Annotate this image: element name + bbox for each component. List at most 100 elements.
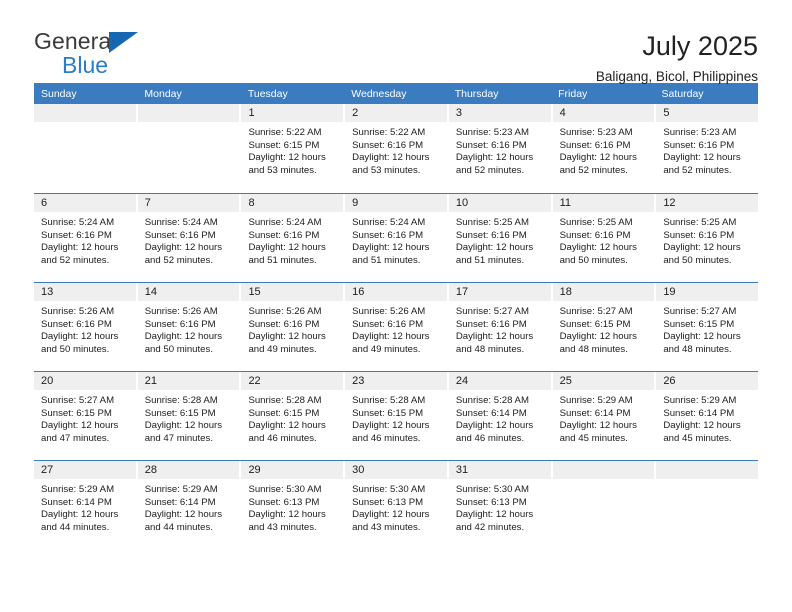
- day-cell[interactable]: 23 Sunrise: 5:28 AM Sunset: 6:15 PM Dayligh…: [345, 372, 447, 460]
- daylight-text-line1: Daylight: 12 hours: [248, 420, 326, 432]
- day-cell[interactable]: 6 Sunrise: 5:24 AM Sunset: 6:16 PM Daylight…: [34, 194, 136, 282]
- daylight-text-line2: and 50 minutes.: [144, 343, 213, 355]
- page-header: General Blue July 2025 Baligang, Bicol, …: [34, 0, 758, 85]
- day-details: Sunrise: 5:29 AM Sunset: 6:14 PM Daylight:…: [656, 390, 758, 445]
- daylight-text-line1: Daylight: 12 hours: [41, 242, 119, 254]
- day-details: Sunrise: 5:25 AM Sunset: 6:16 PM Daylight:…: [656, 212, 758, 267]
- day-cell[interactable]: 19 Sunrise: 5:27 AM Sunset: 6:15 PM Dayligh…: [656, 283, 759, 371]
- weekday-header-thursday: Thursday: [454, 87, 499, 100]
- day-cell[interactable]: 13 Sunrise: 5:26 AM Sunset: 6:16 PM Dayligh…: [34, 283, 136, 371]
- daylight-text-line1: Daylight: 12 hours: [41, 420, 119, 432]
- sunrise-text: Sunrise: 5:30 AM: [248, 484, 322, 495]
- day-cell[interactable]: 31 Sunrise: 5:30 AM Sunset: 6:13 PM Dayligh…: [448, 461, 551, 549]
- day-cell[interactable]: 17 Sunrise: 5:27 AM Sunset: 6:16 PM Dayligh…: [448, 283, 551, 371]
- day-cell[interactable]: 27 Sunrise: 5:29 AM Sunset: 6:14 PM Dayligh…: [34, 461, 136, 549]
- day-cell[interactable]: 18 Sunrise: 5:27 AM Sunset: 6:15 PM Dayligh…: [552, 283, 655, 371]
- day-details: Sunrise: 5:23 AM Sunset: 6:16 PM Daylight:…: [553, 122, 655, 177]
- sunset-text: Sunset: 6:15 PM: [559, 318, 631, 330]
- sunset-text: Sunset: 6:16 PM: [352, 139, 424, 151]
- day-number: 13: [34, 283, 136, 301]
- daylight-text-line2: and 46 minutes.: [248, 432, 317, 444]
- weekday-header-sunday: Sunday: [41, 87, 77, 100]
- day-cell[interactable]: 15 Sunrise: 5:26 AM Sunset: 6:16 PM Dayligh…: [241, 283, 344, 371]
- calendar-week-row: 6 Sunrise: 5:24 AM Sunset: 6:16 PM Daylight…: [34, 193, 759, 282]
- sunset-text: Sunset: 6:14 PM: [41, 496, 112, 508]
- day-cell[interactable]: 28 Sunrise: 5:29 AM Sunset: 6:14 PM Dayligh…: [137, 461, 240, 549]
- day-cell[interactable]: 2 Sunrise: 5:22 AM Sunset: 6:16 PM Daylight…: [345, 104, 447, 193]
- day-cell-empty: [137, 104, 240, 193]
- daylight-text-line1: Daylight: 12 hours: [41, 331, 119, 343]
- daylight-text-line1: Daylight: 12 hours: [248, 152, 326, 164]
- daylight-text-line2: and 44 minutes.: [144, 521, 213, 533]
- day-cell[interactable]: 4 Sunrise: 5:23 AM Sunset: 6:16 PM Daylight…: [552, 104, 655, 193]
- day-details: Sunrise: 5:30 AM Sunset: 6:13 PM Daylight:…: [241, 479, 343, 534]
- day-number: 17: [448, 283, 551, 301]
- sunset-text: Sunset: 6:16 PM: [559, 139, 631, 151]
- weekday-header-wednesday: Wednesday: [351, 87, 407, 100]
- sunset-text: Sunset: 6:15 PM: [248, 407, 320, 419]
- calendar-week-row: 20 Sunrise: 5:27 AM Sunset: 6:15 PM Dayligh…: [34, 371, 759, 460]
- day-details: Sunrise: 5:30 AM Sunset: 6:13 PM Daylight:…: [449, 479, 551, 534]
- weekday-header-monday: Monday: [144, 87, 182, 100]
- day-cell[interactable]: 21 Sunrise: 5:28 AM Sunset: 6:15 PM Dayligh…: [137, 372, 240, 460]
- sunset-text: Sunset: 6:15 PM: [144, 407, 216, 419]
- sunrise-text: Sunrise: 5:24 AM: [144, 217, 218, 228]
- day-cell[interactable]: 1 Sunrise: 5:22 AM Sunset: 6:15 PM Daylight…: [241, 104, 344, 193]
- day-number: 29: [241, 461, 344, 479]
- sunrise-text: Sunrise: 5:27 AM: [663, 306, 737, 317]
- day-cell[interactable]: 10 Sunrise: 5:25 AM Sunset: 6:16 PM Dayligh…: [448, 194, 551, 282]
- daylight-text-line1: Daylight: 12 hours: [352, 242, 430, 254]
- daylight-text-line2: and 45 minutes.: [559, 432, 628, 444]
- weekday-header-friday: Friday: [558, 87, 588, 100]
- day-number: 15: [241, 283, 344, 301]
- daylight-text-line2: and 51 minutes.: [352, 254, 421, 266]
- daylight-text-line2: and 50 minutes.: [41, 343, 110, 355]
- day-number: [656, 461, 759, 479]
- day-cell[interactable]: 20 Sunrise: 5:27 AM Sunset: 6:15 PM Dayligh…: [34, 372, 136, 460]
- day-cell[interactable]: 16 Sunrise: 5:26 AM Sunset: 6:16 PM Dayligh…: [345, 283, 447, 371]
- daylight-text-line2: and 43 minutes.: [352, 521, 421, 533]
- day-details: Sunrise: 5:25 AM Sunset: 6:16 PM Daylight:…: [449, 212, 551, 267]
- daylight-text-line1: Daylight: 12 hours: [559, 331, 637, 343]
- day-cell[interactable]: 25 Sunrise: 5:29 AM Sunset: 6:14 PM Dayligh…: [552, 372, 655, 460]
- day-cell[interactable]: 9 Sunrise: 5:24 AM Sunset: 6:16 PM Daylight…: [345, 194, 447, 282]
- day-cell[interactable]: 30 Sunrise: 5:30 AM Sunset: 6:13 PM Dayligh…: [345, 461, 447, 549]
- daylight-text-line1: Daylight: 12 hours: [144, 509, 223, 521]
- sunset-text: Sunset: 6:14 PM: [559, 407, 631, 419]
- day-cell[interactable]: 3 Sunrise: 5:23 AM Sunset: 6:16 PM Daylight…: [448, 104, 551, 193]
- sunrise-text: Sunrise: 5:24 AM: [352, 217, 426, 228]
- day-details: Sunrise: 5:24 AM Sunset: 6:16 PM Daylight:…: [345, 212, 447, 267]
- day-cell[interactable]: 12 Sunrise: 5:25 AM Sunset: 6:16 PM Dayligh…: [656, 194, 759, 282]
- day-cell[interactable]: 11 Sunrise: 5:25 AM Sunset: 6:16 PM Dayligh…: [552, 194, 655, 282]
- daylight-text-line2: and 52 minutes.: [559, 164, 628, 176]
- day-cell[interactable]: 5 Sunrise: 5:23 AM Sunset: 6:16 PM Daylight…: [656, 104, 759, 193]
- daylight-text-line1: Daylight: 12 hours: [663, 242, 741, 254]
- day-cell[interactable]: 8 Sunrise: 5:24 AM Sunset: 6:16 PM Daylight…: [241, 194, 344, 282]
- sunset-text: Sunset: 6:16 PM: [41, 318, 112, 330]
- daylight-text-line2: and 52 minutes.: [41, 254, 110, 266]
- sunrise-text: Sunrise: 5:29 AM: [41, 484, 115, 495]
- day-cell[interactable]: 22 Sunrise: 5:28 AM Sunset: 6:15 PM Dayligh…: [241, 372, 344, 460]
- sunrise-text: Sunrise: 5:27 AM: [455, 306, 529, 317]
- day-cell[interactable]: 7 Sunrise: 5:24 AM Sunset: 6:16 PM Daylight…: [137, 194, 240, 282]
- sunset-text: Sunset: 6:16 PM: [559, 229, 631, 241]
- daylight-text-line1: Daylight: 12 hours: [248, 331, 326, 343]
- day-cell[interactable]: 24 Sunrise: 5:28 AM Sunset: 6:14 PM Dayligh…: [448, 372, 551, 460]
- sunset-text: Sunset: 6:16 PM: [144, 229, 216, 241]
- daylight-text-line1: Daylight: 12 hours: [248, 242, 326, 254]
- day-details: Sunrise: 5:26 AM Sunset: 6:16 PM Daylight:…: [138, 301, 240, 356]
- day-details: Sunrise: 5:26 AM Sunset: 6:16 PM Daylight:…: [241, 301, 343, 356]
- sunset-text: Sunset: 6:16 PM: [455, 229, 527, 241]
- day-number: [552, 461, 655, 479]
- sunset-text: Sunset: 6:16 PM: [663, 139, 735, 151]
- day-number: [34, 104, 136, 122]
- calendar-week-row: 27 Sunrise: 5:29 AM Sunset: 6:14 PM Dayligh…: [34, 460, 759, 549]
- day-cell[interactable]: 29 Sunrise: 5:30 AM Sunset: 6:13 PM Dayligh…: [241, 461, 344, 549]
- calendar-weeks: 1 Sunrise: 5:22 AM Sunset: 6:15 PM Daylight…: [34, 104, 759, 549]
- daylight-text-line2: and 42 minutes.: [455, 521, 525, 533]
- page-title: July 2025: [642, 31, 758, 61]
- day-cell[interactable]: 26 Sunrise: 5:29 AM Sunset: 6:14 PM Dayligh…: [656, 372, 759, 460]
- day-cell[interactable]: 14 Sunrise: 5:26 AM Sunset: 6:16 PM Dayligh…: [137, 283, 240, 371]
- sunset-text: Sunset: 6:16 PM: [352, 318, 424, 330]
- daylight-text-line1: Daylight: 12 hours: [559, 242, 637, 254]
